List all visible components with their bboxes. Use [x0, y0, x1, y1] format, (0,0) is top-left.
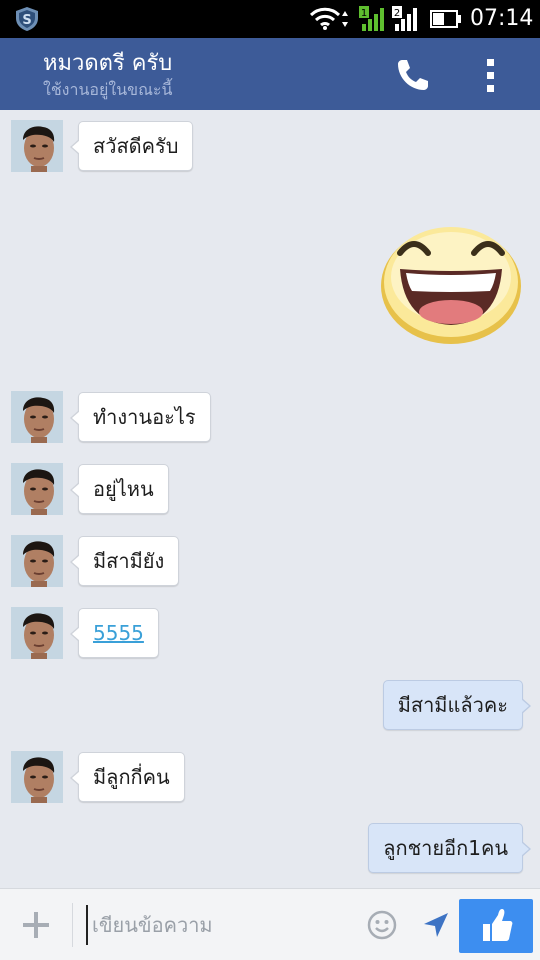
svg-text:S: S [22, 13, 31, 28]
incoming-message[interactable]: มีสามียัง [69, 536, 180, 586]
contact-name[interactable]: หมวดตรี ครับ [43, 45, 172, 80]
status-bar: S 1 2 07:14 [0, 0, 540, 38]
thumbs-up-icon [483, 909, 513, 941]
like-button[interactable] [459, 899, 533, 953]
battery-icon [430, 10, 461, 28]
incoming-message[interactable]: สวัสดีครับ [69, 121, 194, 171]
message-link[interactable]: 5555 [93, 621, 144, 645]
incoming-message[interactable]: ทำงานอะไร [70, 392, 211, 442]
message-text: มีสามีแล้วคะ [397, 693, 508, 717]
emoji-icon[interactable] [366, 909, 398, 941]
signal-sim1-icon: 1 [358, 5, 388, 37]
sim1-label: 1 [361, 8, 367, 19]
shield-icon: S [16, 7, 38, 31]
message-text: อยู่ไหน [93, 477, 154, 501]
chat-header: หมวดตรี ครับ ใช้งานอยู่ในขณะนี้ [0, 38, 540, 110]
phone-icon[interactable] [392, 54, 434, 96]
incoming-message[interactable]: อยู่ไหน [70, 464, 169, 514]
avatar[interactable] [11, 535, 63, 587]
avatar[interactable] [11, 120, 63, 172]
composer-divider [72, 903, 73, 947]
more-vertical-icon[interactable] [476, 56, 506, 96]
status-clock: 07:14 [470, 6, 534, 31]
message-input[interactable] [86, 905, 348, 945]
messenger-screen: S 1 2 07:14 หมวดตรี ครับ ใช้งานอยู่ในขณะ… [0, 0, 540, 960]
message-composer [0, 888, 540, 960]
incoming-message[interactable]: 5555 [70, 608, 159, 658]
avatar[interactable] [11, 751, 63, 803]
message-text: สวัสดีครับ [93, 134, 179, 158]
message-text: มีลูกกี่คน [93, 765, 170, 789]
incoming-message[interactable]: มีลูกกี่คน [70, 752, 185, 802]
avatar[interactable] [11, 391, 63, 443]
signal-sim2-icon: 2 [391, 5, 421, 37]
avatar[interactable] [11, 607, 63, 659]
outgoing-message[interactable]: มีสามีแล้วคะ [382, 680, 532, 730]
avatar[interactable] [11, 463, 63, 515]
message-text: ลูกชายอีก1คน [383, 836, 508, 860]
location-arrow-icon[interactable] [420, 909, 452, 941]
wifi-icon [309, 7, 348, 30]
message-text: ทำงานอะไร [93, 405, 196, 429]
message-text: มีสามียัง [93, 549, 165, 573]
outgoing-message[interactable]: ลูกชายอีก1คน [368, 823, 531, 873]
message-list[interactable]: สวัสดีครับ ทำงานอะไร อยู่ไหน มีสามียัง 5… [0, 110, 540, 888]
presence-status: ใช้งานอยู่ในขณะนี้ [43, 80, 173, 99]
laughing-face-sticker[interactable] [378, 219, 524, 345]
sim2-label: 2 [394, 8, 400, 19]
plus-icon[interactable] [20, 909, 52, 941]
